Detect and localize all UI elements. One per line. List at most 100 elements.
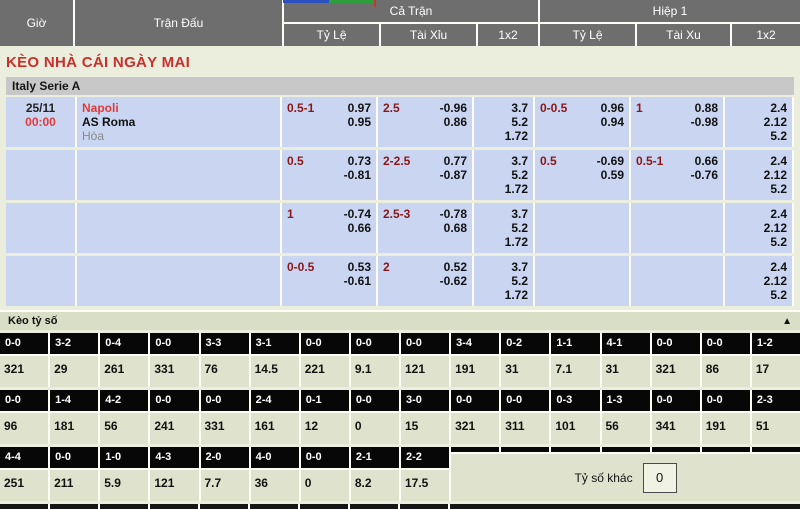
- score-option[interactable]: 0-2: [501, 333, 549, 354]
- ft-1x2-draw[interactable]: 5.2: [479, 168, 528, 182]
- ft-1x2-home[interactable]: 3.7: [479, 101, 528, 115]
- ft-handicap-cell[interactable]: 0.5-1 0.97 0.95: [282, 97, 376, 147]
- score-option[interactable]: 1-3: [602, 390, 650, 411]
- score-option[interactable]: 1-0: [100, 447, 148, 468]
- score-option[interactable]: 4-4: [0, 447, 48, 468]
- ft-1x2-cell[interactable]: 3.7 5.2 1.72: [474, 256, 533, 306]
- score-odds[interactable]: 0: [351, 413, 399, 444]
- score-option[interactable]: 0-0: [0, 390, 48, 411]
- score-option[interactable]: 1-1: [551, 333, 599, 354]
- ft-over-odd[interactable]: -0.96: [440, 101, 467, 115]
- score-odds[interactable]: 321: [451, 413, 499, 444]
- score-option[interactable]: 0-0: [301, 447, 349, 468]
- h1-handicap-odd-away[interactable]: 0.59: [597, 168, 624, 182]
- score-option[interactable]: 2-3: [752, 390, 800, 411]
- h1-handicap-odd-home[interactable]: 0.96: [601, 101, 624, 115]
- ft-handicap-odd-home[interactable]: 0.97: [348, 101, 371, 115]
- ft-over-odd[interactable]: 0.77: [440, 154, 467, 168]
- ft-1x2-draw[interactable]: 5.2: [479, 274, 528, 288]
- h1-1x2-away[interactable]: 5.2: [730, 235, 787, 249]
- score-option[interactable]: 1-2: [752, 333, 800, 354]
- h1-1x2-draw[interactable]: 2.12: [730, 115, 787, 129]
- h1-1x2-home[interactable]: 2.4: [730, 260, 787, 274]
- h1-1x2-cell[interactable]: 2.4 2.12 5.2: [725, 97, 792, 147]
- ft-1x2-home[interactable]: 3.7: [479, 207, 528, 221]
- ft-1x2-cell[interactable]: 3.7 5.2 1.72: [474, 203, 533, 253]
- h1-under-odd[interactable]: -0.76: [691, 168, 718, 182]
- score-odds[interactable]: 29: [50, 356, 98, 387]
- ft-1x2-cell[interactable]: 3.7 5.2 1.72: [474, 97, 533, 147]
- score-odds[interactable]: 12: [301, 413, 349, 444]
- score-odds[interactable]: 121: [150, 470, 198, 501]
- ft-over-odd[interactable]: -0.78: [440, 207, 467, 221]
- score-option[interactable]: 0-1: [301, 390, 349, 411]
- score-odds[interactable]: 321: [652, 356, 700, 387]
- score-option[interactable]: 0-0: [501, 390, 549, 411]
- ft-overunder-cell[interactable]: 2 0.52 -0.62: [378, 256, 472, 306]
- ft-1x2-home[interactable]: 3.7: [479, 260, 528, 274]
- score-odds[interactable]: 36: [251, 470, 299, 501]
- ft-handicap-odd-home[interactable]: 0.73: [344, 154, 371, 168]
- score-odds[interactable]: 14.5: [251, 356, 299, 387]
- h1-handicap-odd-away[interactable]: 0.94: [601, 115, 624, 129]
- score-odds[interactable]: 331: [201, 413, 249, 444]
- score-option[interactable]: 0-0: [702, 333, 750, 354]
- ft-under-odd[interactable]: -0.87: [440, 168, 467, 182]
- h1-overunder-cell[interactable]: [631, 256, 723, 306]
- score-odds[interactable]: 8.2: [351, 470, 399, 501]
- score-option[interactable]: 2-1: [351, 447, 399, 468]
- score-option[interactable]: 1-4: [50, 390, 98, 411]
- h1-1x2-home[interactable]: 2.4: [730, 154, 787, 168]
- score-odds[interactable]: 331: [150, 356, 198, 387]
- h1-1x2-draw[interactable]: 2.12: [730, 168, 787, 182]
- score-odds[interactable]: 17.5: [401, 470, 449, 501]
- score-option[interactable]: 4-1: [602, 333, 650, 354]
- h1-1x2-away[interactable]: 5.2: [730, 288, 787, 302]
- score-odds[interactable]: 9.1: [351, 356, 399, 387]
- score-option[interactable]: 2-0: [201, 447, 249, 468]
- h1-1x2-cell[interactable]: 2.4 2.12 5.2: [725, 256, 792, 306]
- score-option[interactable]: 0-0: [150, 333, 198, 354]
- score-option[interactable]: 3-2: [50, 333, 98, 354]
- score-option[interactable]: 0-0: [150, 390, 198, 411]
- away-team[interactable]: AS Roma: [82, 115, 275, 129]
- score-option[interactable]: 4-3: [150, 447, 198, 468]
- ft-handicap-cell[interactable]: 1 -0.74 0.66: [282, 203, 376, 253]
- h1-overunder-cell[interactable]: [631, 203, 723, 253]
- ft-1x2-draw[interactable]: 5.2: [479, 115, 528, 129]
- ft-handicap-odd-away[interactable]: -0.81: [344, 168, 371, 182]
- score-option[interactable]: 0-0: [401, 333, 449, 354]
- h1-handicap-cell[interactable]: 0-0.5 0.96 0.94: [535, 97, 629, 147]
- score-option[interactable]: 0-4: [100, 333, 148, 354]
- score-option[interactable]: 0-0: [652, 390, 700, 411]
- score-odds[interactable]: 261: [100, 356, 148, 387]
- score-odds[interactable]: 211: [50, 470, 98, 501]
- h1-1x2-home[interactable]: 2.4: [730, 207, 787, 221]
- score-odds[interactable]: 7.1: [551, 356, 599, 387]
- h1-1x2-cell[interactable]: 2.4 2.12 5.2: [725, 203, 792, 253]
- h1-1x2-home[interactable]: 2.4: [730, 101, 787, 115]
- other-score-input[interactable]: 0: [643, 463, 677, 493]
- ft-handicap-cell[interactable]: 0.5 0.73 -0.81: [282, 150, 376, 200]
- score-odds[interactable]: 17: [752, 356, 800, 387]
- ft-overunder-cell[interactable]: 2.5 -0.96 0.86: [378, 97, 472, 147]
- h1-1x2-cell[interactable]: 2.4 2.12 5.2: [725, 150, 792, 200]
- score-option[interactable]: 0-0: [201, 390, 249, 411]
- score-odds[interactable]: 76: [201, 356, 249, 387]
- score-odds[interactable]: 5.9: [100, 470, 148, 501]
- score-odds[interactable]: 221: [301, 356, 349, 387]
- score-option[interactable]: 3-3: [201, 333, 249, 354]
- ft-handicap-odd-away[interactable]: 0.66: [344, 221, 371, 235]
- score-odds[interactable]: 321: [0, 356, 48, 387]
- h1-handicap-cell[interactable]: 0.5 -0.69 0.59: [535, 150, 629, 200]
- ft-overunder-cell[interactable]: 2-2.5 0.77 -0.87: [378, 150, 472, 200]
- score-odds[interactable]: 161: [251, 413, 299, 444]
- ft-handicap-odd-away[interactable]: -0.61: [344, 274, 371, 288]
- score-odds[interactable]: 15: [401, 413, 449, 444]
- score-option[interactable]: 0-0: [301, 333, 349, 354]
- score-odds[interactable]: 121: [401, 356, 449, 387]
- ft-handicap-cell[interactable]: 0-0.5 0.53 -0.61: [282, 256, 376, 306]
- h1-overunder-cell[interactable]: 0.5-1 0.66 -0.76: [631, 150, 723, 200]
- score-option[interactable]: 0-0: [702, 390, 750, 411]
- score-odds[interactable]: 96: [0, 413, 48, 444]
